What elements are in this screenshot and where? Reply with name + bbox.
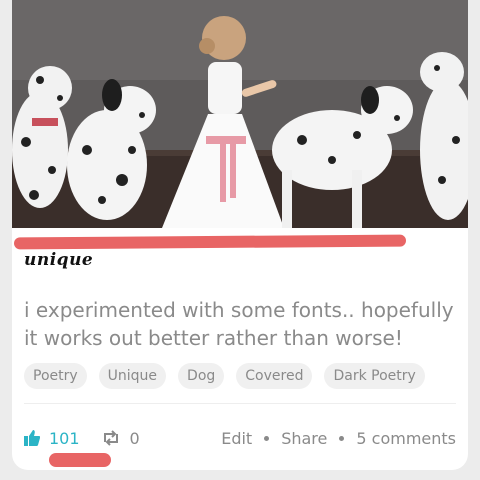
girl-with-dalmatians-image [12, 0, 468, 228]
highlight-underline [13, 234, 407, 250]
repost-button[interactable]: 0 [102, 429, 140, 448]
post-title: unique [24, 250, 94, 270]
edit-link[interactable]: Edit [221, 429, 252, 448]
like-button[interactable]: 101 [24, 429, 80, 448]
post-card: unique i experimented with some fonts.. … [12, 0, 468, 470]
post-menu: Edit Share 5 comments [221, 429, 456, 448]
post-description: i experimented with some fonts.. hopeful… [24, 298, 454, 350]
thumbs-up-icon [24, 430, 40, 446]
comments-link[interactable]: 5 comments [356, 429, 456, 448]
tag-list: Poetry Unique Dog Covered Dark Poetry [24, 363, 425, 389]
tag-dog[interactable]: Dog [178, 363, 225, 389]
tag-covered[interactable]: Covered [236, 363, 313, 389]
tag-dark-poetry[interactable]: Dark Poetry [324, 363, 425, 389]
like-count: 101 [49, 428, 80, 448]
repost-count: 0 [129, 428, 140, 448]
tag-poetry[interactable]: Poetry [24, 363, 87, 389]
repost-icon [103, 430, 118, 446]
separator-dot [264, 435, 270, 441]
action-bar: 101 0 Edit Share 5 comments [24, 425, 456, 451]
tag-unique[interactable]: Unique [98, 363, 167, 389]
highlight-underline [49, 453, 111, 467]
divider [24, 403, 456, 404]
post-photo[interactable] [12, 0, 468, 228]
share-link[interactable]: Share [281, 429, 327, 448]
separator-dot [339, 435, 345, 441]
